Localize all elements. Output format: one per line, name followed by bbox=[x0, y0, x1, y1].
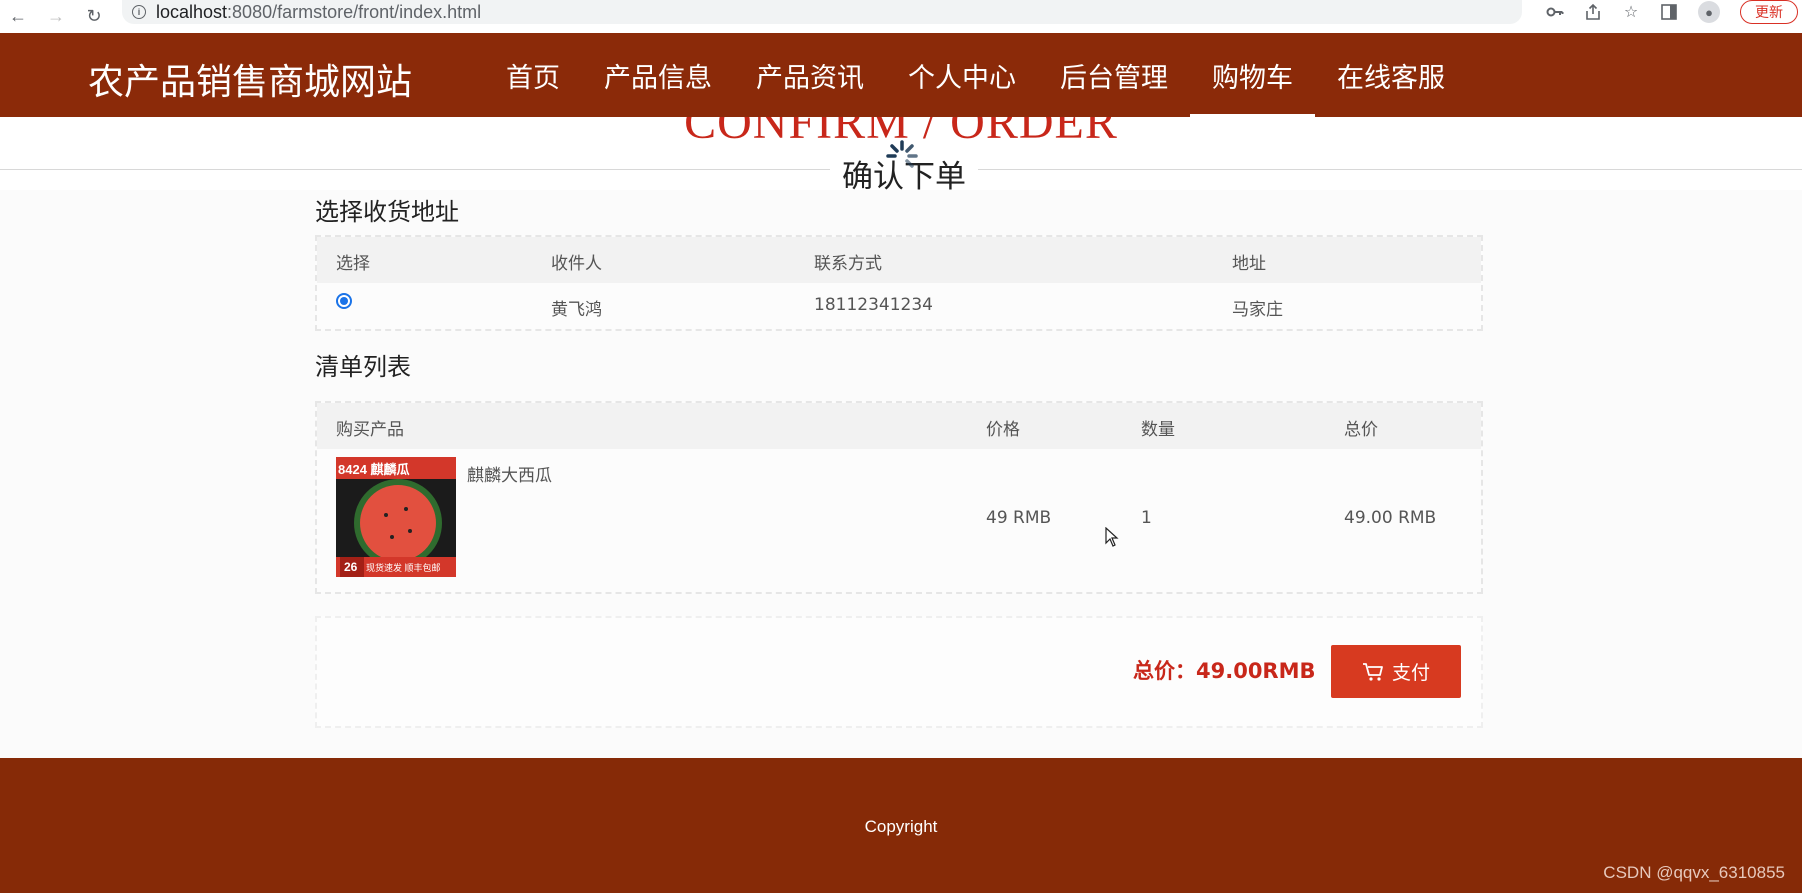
nav-item-news[interactable]: 产品资讯 bbox=[734, 33, 886, 117]
nav-item-home[interactable]: 首页 bbox=[484, 33, 582, 117]
product-name[interactable]: 麒麟大西瓜 bbox=[467, 461, 552, 486]
address-section-title: 选择收货地址 bbox=[315, 198, 459, 226]
site-header: 农产品销售商城网站 首页 产品信息 产品资讯 个人中心 后台管理 购物车 在线客… bbox=[0, 33, 1802, 117]
update-button[interactable]: 更新 bbox=[1740, 0, 1798, 24]
order-item-row: 8424 麒麟瓜 26 现货速发 顺丰包邮 麒麟大西瓜 49 RMB 1 49.… bbox=[317, 449, 1481, 589]
mouse-cursor-icon bbox=[1105, 527, 1119, 547]
col-product: 购买产品 bbox=[336, 420, 404, 440]
nav-item-profile[interactable]: 个人中心 bbox=[886, 33, 1038, 117]
key-icon[interactable] bbox=[1546, 3, 1564, 21]
col-address: 地址 bbox=[1232, 254, 1266, 274]
order-summary: 总价：49.00RMB 支付 bbox=[315, 616, 1483, 728]
col-select: 选择 bbox=[336, 254, 370, 274]
nav-item-cart[interactable]: 购物车 bbox=[1190, 33, 1315, 117]
bookmark-star-icon[interactable]: ☆ bbox=[1622, 3, 1640, 21]
back-icon[interactable]: ← bbox=[8, 6, 28, 27]
col-contact: 联系方式 bbox=[814, 254, 882, 274]
address-table-header: 选择 收件人 联系方式 地址 bbox=[317, 237, 1481, 283]
order-table: 购买产品 价格 数量 总价 8424 麒麟瓜 26 现货速发 顺丰包邮 麒麟大西… bbox=[315, 401, 1483, 594]
nav-item-admin[interactable]: 后台管理 bbox=[1038, 33, 1190, 117]
reload-icon[interactable]: ↻ bbox=[84, 6, 104, 27]
site-footer: Copyright CSDN @qqvx_6310855 bbox=[0, 758, 1802, 893]
order-section-title: 清单列表 bbox=[315, 353, 411, 381]
col-quantity: 数量 bbox=[1141, 420, 1175, 440]
recipient-address: 马家庄 bbox=[1232, 300, 1283, 320]
forward-icon[interactable]: → bbox=[46, 6, 66, 27]
order-total: 总价：49.00RMB bbox=[1133, 659, 1316, 683]
site-info-icon[interactable]: i bbox=[132, 5, 146, 19]
col-price: 价格 bbox=[986, 420, 1020, 440]
address-table: 选择 收件人 联系方式 地址 黄飞鸿 18112341234 马家庄 bbox=[315, 235, 1483, 331]
copyright-text: Copyright bbox=[864, 817, 938, 836]
site-logo[interactable]: 农产品销售商城网站 bbox=[88, 53, 412, 105]
url-text: localhost:8080/farmstore/front/index.htm… bbox=[156, 1, 482, 22]
address-row[interactable]: 黄飞鸿 18112341234 马家庄 bbox=[317, 283, 1481, 329]
nav-item-support[interactable]: 在线客服 bbox=[1315, 33, 1467, 117]
cart-icon bbox=[1362, 662, 1383, 681]
product-quantity: 1 bbox=[1141, 508, 1152, 528]
address-radio[interactable] bbox=[336, 293, 352, 309]
product-price: 49 RMB bbox=[986, 508, 1052, 528]
recipient-name: 黄飞鸿 bbox=[551, 300, 602, 320]
col-total: 总价 bbox=[1344, 420, 1378, 440]
pay-button[interactable]: 支付 bbox=[1331, 645, 1461, 698]
side-panel-icon[interactable] bbox=[1660, 3, 1678, 21]
col-recipient: 收件人 bbox=[551, 254, 602, 274]
address-bar[interactable]: i localhost:8080/farmstore/front/index.h… bbox=[122, 0, 1522, 24]
recipient-phone: 18112341234 bbox=[814, 295, 933, 315]
product-image-caption: 8424 麒麟瓜 bbox=[338, 462, 410, 477]
product-image-tagline: 现货速发 顺丰包邮 bbox=[366, 563, 441, 573]
nav-item-products[interactable]: 产品信息 bbox=[582, 33, 734, 117]
update-label: 更新 bbox=[1755, 4, 1783, 20]
product-total: 49.00 RMB bbox=[1344, 508, 1437, 528]
pay-label: 支付 bbox=[1391, 662, 1430, 684]
order-table-header: 购买产品 价格 数量 总价 bbox=[317, 403, 1481, 449]
loading-spinner-icon bbox=[886, 140, 918, 168]
product-image-badge: 26 bbox=[344, 560, 358, 574]
page-title-band: CONFIRM / ORDER 确认下单 bbox=[0, 117, 1802, 190]
profile-avatar-icon[interactable]: ● bbox=[1698, 1, 1720, 23]
watermark-text: CSDN @qqvx_6310855 bbox=[1603, 863, 1785, 882]
product-image[interactable]: 8424 麒麟瓜 26 现货速发 顺丰包邮 bbox=[336, 457, 456, 577]
browser-toolbar: ← → ↻ i localhost:8080/farmstore/front/i… bbox=[0, 0, 1802, 33]
share-icon[interactable] bbox=[1584, 3, 1602, 21]
main-nav: 首页 产品信息 产品资讯 个人中心 后台管理 购物车 在线客服 bbox=[484, 33, 1467, 117]
